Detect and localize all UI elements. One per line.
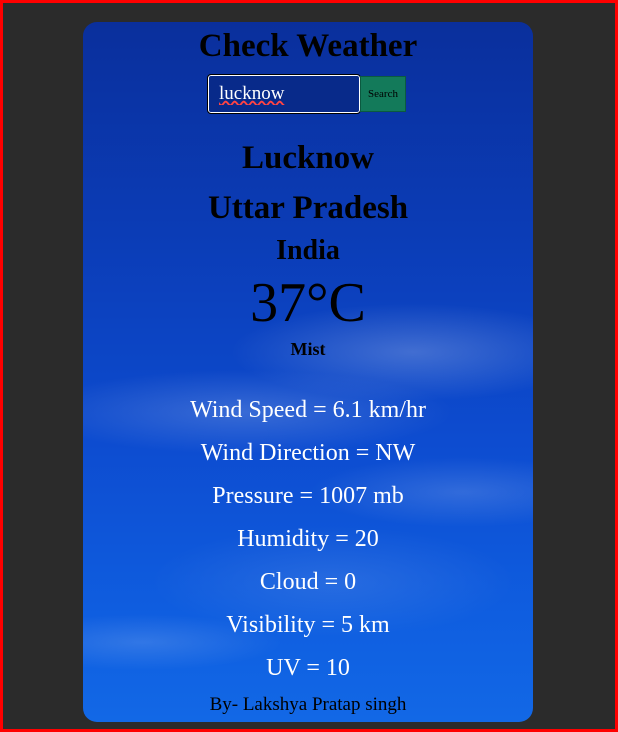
weather-card: Check Weather Search Lucknow Uttar Prade…: [83, 22, 533, 722]
search-input[interactable]: [207, 74, 361, 114]
search-button[interactable]: Search: [360, 76, 406, 112]
stat-humidity: Humidity = 20: [237, 526, 379, 552]
author-credit: By- Lakshya Pratap singh: [209, 694, 407, 715]
stat-pressure: Pressure = 1007 mb: [212, 483, 404, 509]
stat-cloud: Cloud = 0: [259, 569, 357, 595]
stat-wind-direction: Wind Direction = NW: [200, 440, 416, 466]
city-name: Lucknow: [241, 140, 375, 176]
app-frame: Check Weather Search Lucknow Uttar Prade…: [0, 0, 618, 732]
search-bar: Search: [207, 74, 406, 114]
stat-visibility: Visibility = 5 km: [226, 612, 390, 638]
region-name: Uttar Pradesh: [207, 190, 409, 226]
weather-condition: Mist: [290, 339, 326, 359]
stat-wind-speed: Wind Speed = 6.1 km/hr: [190, 397, 426, 423]
weather-stats-list: Wind Speed = 6.1 km/hr Wind Direction = …: [83, 389, 533, 690]
country-name: India: [276, 235, 340, 266]
app-title: Check Weather: [198, 28, 418, 64]
temperature-readout: 37°C: [250, 272, 366, 334]
stat-uv: UV = 10: [266, 655, 350, 681]
